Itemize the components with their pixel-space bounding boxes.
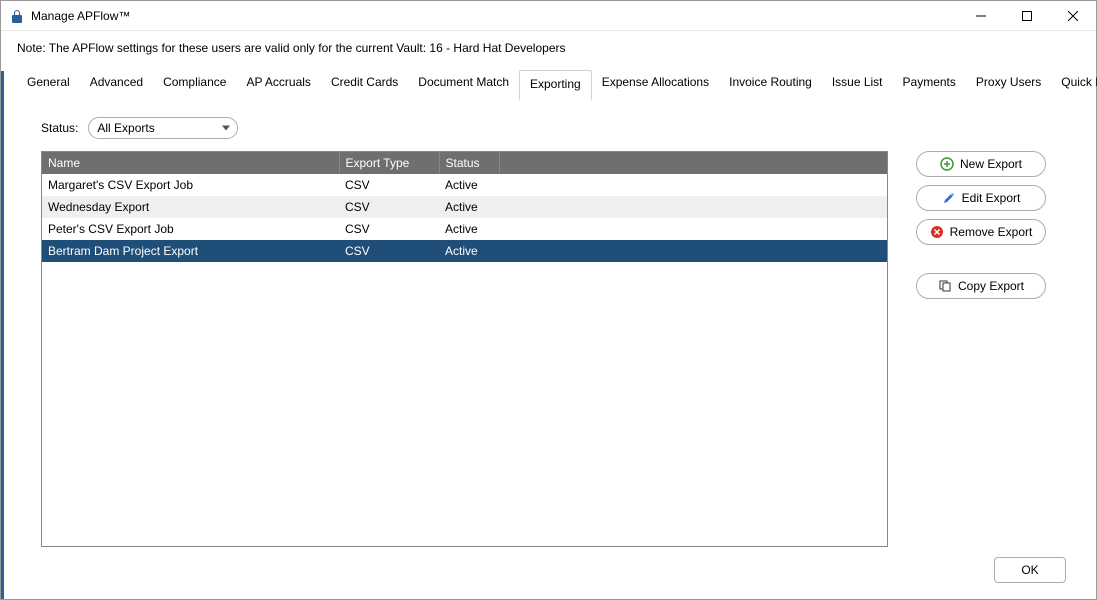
tab-issue-list[interactable]: Issue List	[822, 69, 893, 99]
col-spacer	[499, 152, 887, 174]
new-export-label: New Export	[960, 157, 1022, 171]
copy-export-button[interactable]: Copy Export	[916, 273, 1046, 299]
cell-status: Active	[439, 240, 499, 262]
left-panel: Status: All Exports Name Export Type Sta…	[41, 117, 888, 547]
cell-status: Active	[439, 174, 499, 196]
col-status[interactable]: Status	[439, 152, 499, 174]
col-name[interactable]: Name	[42, 152, 339, 174]
tab-payments[interactable]: Payments	[893, 69, 966, 99]
cell-name: Wednesday Export	[42, 196, 339, 218]
left-accent	[1, 71, 4, 599]
copy-export-label: Copy Export	[958, 279, 1024, 293]
table-row[interactable]: Bertram Dam Project ExportCSVActive	[42, 240, 887, 262]
tab-bar: GeneralAdvancedComplianceAP AccrualsCred…	[1, 69, 1096, 99]
export-grid[interactable]: Name Export Type Status Margaret's CSV E…	[41, 151, 888, 547]
copy-icon	[938, 279, 952, 293]
content-area: Status: All Exports Name Export Type Sta…	[1, 99, 1096, 557]
minimize-button[interactable]	[958, 1, 1004, 31]
table-header-row: Name Export Type Status	[42, 152, 887, 174]
app-window: Manage APFlow™ Note: The APFlow settings…	[0, 0, 1097, 600]
remove-export-label: Remove Export	[950, 225, 1033, 239]
tab-proxy-users[interactable]: Proxy Users	[966, 69, 1051, 99]
x-circle-icon	[930, 225, 944, 239]
tab-credit-cards[interactable]: Credit Cards	[321, 69, 408, 99]
status-select[interactable]: All Exports	[88, 117, 238, 139]
right-button-panel: New Export Edit Export Remove Export Cop…	[916, 117, 1066, 547]
edit-export-button[interactable]: Edit Export	[916, 185, 1046, 211]
remove-export-button[interactable]: Remove Export	[916, 219, 1046, 245]
lock-icon	[9, 8, 25, 24]
cell-name: Margaret's CSV Export Job	[42, 174, 339, 196]
ok-button[interactable]: OK	[994, 557, 1066, 583]
maximize-button[interactable]	[1004, 1, 1050, 31]
cell-type: CSV	[339, 196, 439, 218]
cell-name: Peter's CSV Export Job	[42, 218, 339, 240]
cell-status: Active	[439, 218, 499, 240]
ok-label: OK	[1021, 563, 1038, 577]
pencil-icon	[942, 191, 956, 205]
status-filter-row: Status: All Exports	[41, 117, 888, 139]
tab-document-match[interactable]: Document Match	[408, 69, 519, 99]
note-text: Note: The APFlow settings for these user…	[1, 31, 1096, 63]
export-table: Name Export Type Status Margaret's CSV E…	[42, 152, 887, 262]
tab-ap-accruals[interactable]: AP Accruals	[236, 69, 320, 99]
titlebar: Manage APFlow™	[1, 1, 1096, 31]
tab-invoice-routing[interactable]: Invoice Routing	[719, 69, 822, 99]
cell-status: Active	[439, 196, 499, 218]
plus-circle-icon	[940, 157, 954, 171]
col-export-type[interactable]: Export Type	[339, 152, 439, 174]
tab-expense-allocations[interactable]: Expense Allocations	[592, 69, 719, 99]
edit-export-label: Edit Export	[962, 191, 1021, 205]
tab-exporting[interactable]: Exporting	[519, 70, 592, 100]
close-button[interactable]	[1050, 1, 1096, 31]
table-row[interactable]: Wednesday ExportCSVActive	[42, 196, 887, 218]
cell-type: CSV	[339, 240, 439, 262]
tab-compliance[interactable]: Compliance	[153, 69, 236, 99]
status-label: Status:	[41, 121, 78, 135]
table-row[interactable]: Peter's CSV Export JobCSVActive	[42, 218, 887, 240]
new-export-button[interactable]: New Export	[916, 151, 1046, 177]
tab-advanced[interactable]: Advanced	[80, 69, 153, 99]
tab-general[interactable]: General	[17, 69, 80, 99]
footer: OK	[1, 557, 1096, 599]
cell-name: Bertram Dam Project Export	[42, 240, 339, 262]
tab-quick-notes[interactable]: Quick Notes	[1051, 69, 1097, 99]
status-select-wrap: All Exports	[88, 117, 238, 139]
cell-type: CSV	[339, 174, 439, 196]
table-row[interactable]: Margaret's CSV Export JobCSVActive	[42, 174, 887, 196]
cell-type: CSV	[339, 218, 439, 240]
window-title: Manage APFlow™	[31, 9, 130, 23]
